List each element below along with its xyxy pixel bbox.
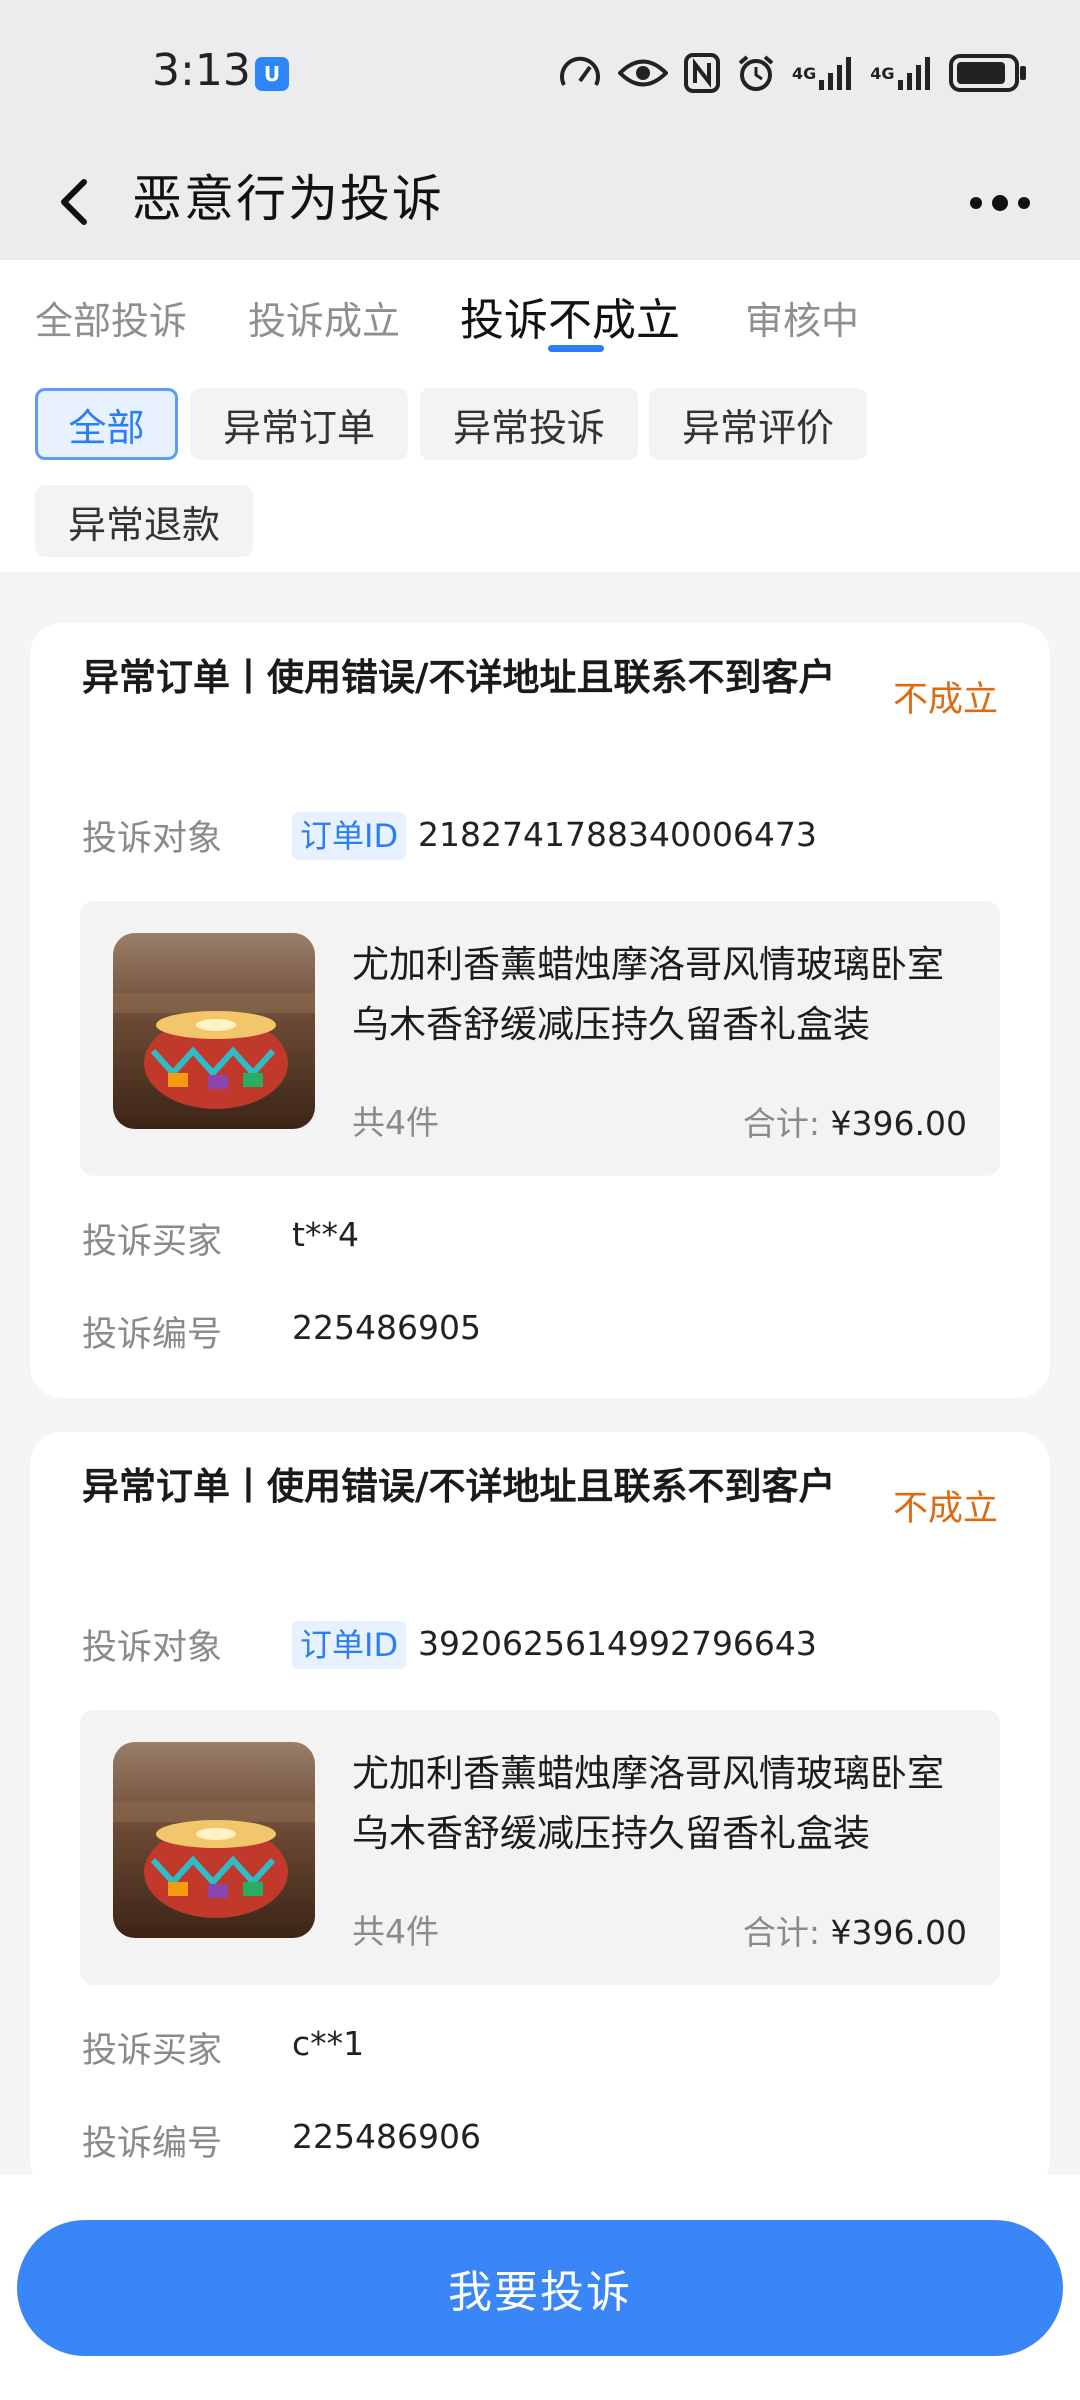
status-bar: 3:13 U 4G 4G [0, 0, 1080, 145]
product-image [113, 933, 315, 1129]
file-complaint-button[interactable]: 我要投诉 [17, 2220, 1063, 2356]
total-value: ¥396.00 [830, 1104, 967, 1143]
complaint-number-label: 投诉编号 [82, 1315, 223, 1355]
order-id-tag: 订单ID [292, 812, 407, 860]
product-box[interactable]: 尤加利香薰蜡烛摩洛哥风情玻璃卧室乌木香舒缓减压持久留香礼盒装 共4件 合计: ¥… [80, 901, 1000, 1176]
total-label: 合计: [742, 1913, 821, 1952]
app-badge-icon: U [255, 57, 289, 91]
signal-4g-icon-2: 4G [870, 56, 932, 90]
page-title: 恶意行为投诉 [132, 170, 444, 228]
product-total: 合计: ¥396.00 [743, 1906, 967, 1954]
filter-chip-abnormal-complaint[interactable]: 异常投诉 [420, 388, 638, 460]
product-quantity: 共4件 [352, 1912, 439, 1951]
tab-all-complaints[interactable]: 全部投诉 [35, 290, 187, 345]
bottom-action-bar: 我要投诉 [0, 2175, 1080, 2400]
product-name: 尤加利香薰蜡烛摩洛哥风情玻璃卧室乌木香舒缓减压持久留香礼盒装 [352, 1752, 944, 1855]
product-image [113, 1742, 315, 1938]
status-time: 3:13 [152, 45, 251, 96]
alarm-icon [736, 53, 776, 93]
tab-under-review[interactable]: 审核中 [745, 290, 859, 345]
complaint-number-value: 225486906 [292, 2117, 481, 2156]
battery-icon [948, 54, 1029, 92]
back-button[interactable] [38, 167, 108, 237]
more-dot-icon [970, 197, 982, 209]
tab-complaint-upheld[interactable]: 投诉成立 [248, 290, 400, 345]
status-badge: 不成立 [892, 1489, 998, 1529]
target-label: 投诉对象 [82, 819, 223, 859]
filter-chip-all[interactable]: 全部 [35, 388, 178, 460]
complaint-title: 异常订单丨使用错误/不详地址且联系不到客户 [82, 656, 836, 699]
product-total: 合计: ¥396.00 [743, 1097, 967, 1145]
chevron-left-icon [61, 179, 87, 225]
target-label: 投诉对象 [82, 1628, 223, 1668]
complaint-number-label: 投诉编号 [82, 2124, 223, 2164]
order-id-value: 2182741788340006473 [418, 815, 817, 854]
more-dot-icon [1018, 197, 1030, 209]
tabs-panel: 全部投诉 投诉成立 投诉不成立 审核中 全部 异常订单 异常投诉 异常评价 异常… [0, 260, 1080, 572]
filter-chip-abnormal-order[interactable]: 异常订单 [190, 388, 408, 460]
active-tab-indicator [548, 345, 604, 352]
filter-chip-abnormal-review[interactable]: 异常评价 [649, 388, 867, 460]
more-options-button[interactable] [955, 183, 1045, 223]
nav-bar: 恶意行为投诉 [0, 145, 1080, 260]
buyer-value: c**1 [292, 2024, 365, 2063]
more-dot-icon [992, 195, 1008, 211]
complaint-title: 异常订单丨使用错误/不详地址且联系不到客户 [82, 1465, 836, 1508]
eye-icon [618, 56, 668, 90]
total-value: ¥396.00 [830, 1913, 967, 1952]
buyer-label: 投诉买家 [82, 2031, 223, 2071]
complaint-card[interactable]: 异常订单丨使用错误/不详地址且联系不到客户 不成立 投诉对象 订单ID 2182… [30, 623, 1050, 1398]
buyer-label: 投诉买家 [82, 1222, 223, 1262]
status-badge: 不成立 [892, 680, 998, 720]
status-icons: 4G 4G [558, 48, 1029, 98]
total-label: 合计: [742, 1104, 821, 1143]
product-box[interactable]: 尤加利香薰蜡烛摩洛哥风情玻璃卧室乌木香舒缓减压持久留香礼盒装 共4件 合计: ¥… [80, 1710, 1000, 1985]
order-id-value: 3920625614992796643 [418, 1624, 817, 1663]
order-id-tag: 订单ID [292, 1621, 407, 1669]
product-quantity: 共4件 [352, 1103, 439, 1142]
product-name: 尤加利香薰蜡烛摩洛哥风情玻璃卧室乌木香舒缓减压持久留香礼盒装 [352, 943, 944, 1046]
buyer-value: t**4 [292, 1215, 359, 1254]
complaint-card[interactable]: 异常订单丨使用错误/不详地址且联系不到客户 不成立 投诉对象 订单ID 3920… [30, 1432, 1050, 2192]
signal-4g-icon: 4G [792, 56, 854, 90]
nfc-icon [684, 53, 720, 93]
speed-gauge-icon [558, 53, 602, 93]
tab-complaint-rejected[interactable]: 投诉不成立 [460, 284, 680, 348]
complaint-number-value: 225486905 [292, 1308, 481, 1347]
filter-chip-abnormal-refund[interactable]: 异常退款 [35, 485, 253, 557]
